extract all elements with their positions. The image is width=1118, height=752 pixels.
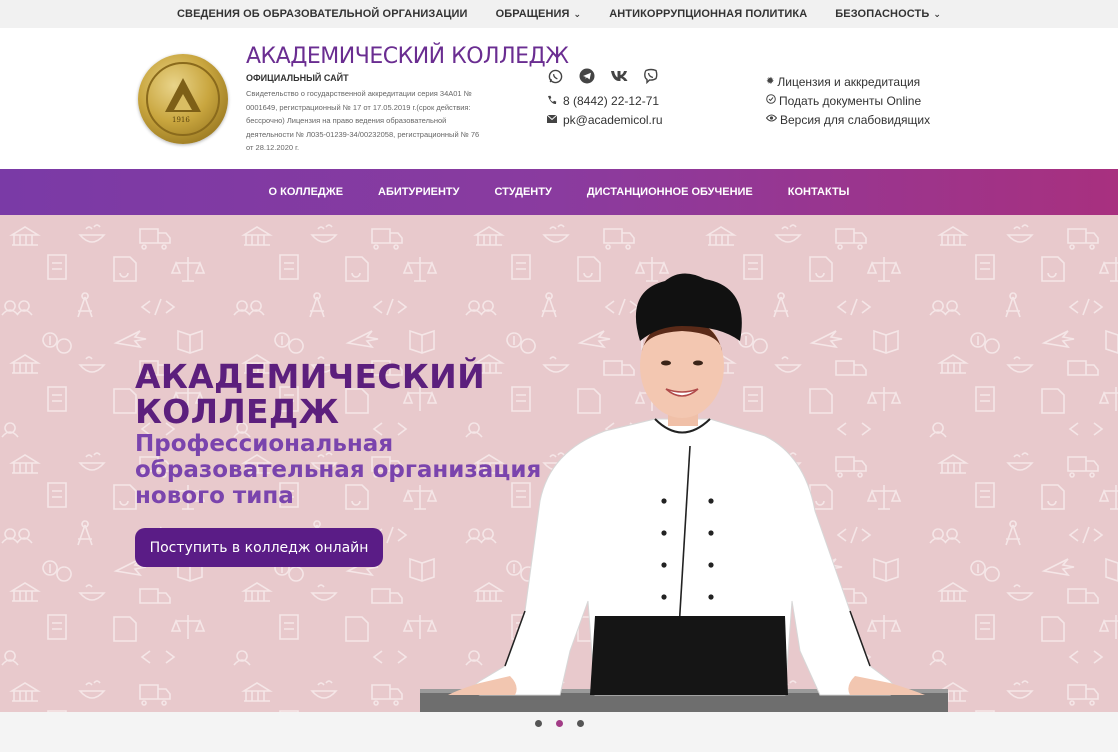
social-links (546, 67, 660, 85)
top-bar: СВЕДЕНИЯ ОБ ОБРАЗОВАТЕЛЬНОЙ ОРГАНИЗАЦИИ … (0, 0, 1118, 28)
nav-item-contacts[interactable]: КОНТАКТЫ (788, 186, 850, 198)
logo-year: 1916 (172, 116, 190, 124)
hero-banner: АКАДЕМИЧЕСКИЙ КОЛЛЕДЖ Профессиональная о… (0, 215, 1118, 712)
phone-contact[interactable]: 8 (8442) 22-12-71 (547, 94, 659, 108)
nav-item-about[interactable]: О КОЛЛЕДЖЕ (269, 186, 344, 198)
carousel-indicators (0, 712, 1118, 752)
nav-item-distance[interactable]: ДИСТАНЦИОННОЕ ОБУЧЕНИЕ (587, 186, 753, 198)
chevron-down-icon: ⌄ (933, 8, 941, 19)
phone-number: 8 (8442) 22-12-71 (563, 94, 660, 108)
license-link-label: Лицензия и аккредитация (777, 74, 921, 89)
top-link-label: ОБРАЩЕНИЯ (495, 8, 570, 20)
license-link[interactable]: ✹ Лицензия и аккредитация (766, 72, 930, 91)
site-subtitle: ОФИЦИАЛЬНЫЙ САЙТ (246, 73, 349, 83)
nav-item-applicant[interactable]: АБИТУРИЕНТУ (378, 186, 459, 198)
accreditation-text: Свидетельство о государственной аккредит… (246, 89, 480, 152)
carousel-dot[interactable] (576, 720, 584, 727)
top-link-org-info[interactable]: СВЕДЕНИЯ ОБ ОБРАЗОВАТЕЛЬНОЙ ОРГАНИЗАЦИИ (177, 8, 468, 20)
logo-triangle-inner (174, 94, 192, 110)
top-link-appeals[interactable]: ОБРАЩЕНИЯ ⌄ (496, 8, 582, 20)
nav-item-student[interactable]: СТУДЕНТУ (494, 186, 551, 198)
whatsapp-icon[interactable] (546, 67, 564, 85)
carousel-dot[interactable] (534, 720, 542, 727)
site-title[interactable]: АКАДЕМИЧЕСКИЙ КОЛЛЕДЖ (246, 44, 569, 69)
main-nav: О КОЛЛЕДЖЕ АБИТУРИЕНТУ СТУДЕНТУ ДИСТАНЦИ… (0, 169, 1118, 215)
email-address: pk@academicol.ru (563, 113, 663, 127)
eye-icon (765, 114, 778, 125)
accessibility-link-label: Версия для слабовидящих (780, 112, 931, 127)
top-link-anticorruption[interactable]: АНТИКОРРУПЦИОННАЯ ПОЛИТИКА (609, 8, 807, 20)
phone-icon (547, 95, 557, 108)
chef-student-image (420, 273, 948, 712)
header-links: ✹ Лицензия и аккредитация Подать докумен… (765, 72, 931, 129)
college-logo[interactable]: 1916 (138, 54, 228, 144)
apply-online-button[interactable]: Поступить в колледж онлайн (135, 528, 383, 567)
envelope-icon (546, 114, 558, 126)
apply-online-link-label: Подать документы Online (779, 93, 922, 108)
email-contact[interactable]: pk@academicol.ru (546, 113, 663, 127)
top-link-label: СВЕДЕНИЯ ОБ ОБРАЗОВАТЕЛЬНОЙ ОРГАНИЗАЦИИ (177, 8, 468, 20)
top-link-label: АНТИКОРРУПЦИОННАЯ ПОЛИТИКА (609, 8, 808, 20)
carousel-dot-active[interactable] (555, 720, 563, 727)
top-link-label: БЕЗОПАСНОСТЬ (835, 8, 930, 20)
chevron-down-icon: ⌄ (573, 8, 582, 19)
vk-icon[interactable] (610, 67, 628, 85)
gear-icon: ✹ (766, 76, 775, 87)
check-circle-icon (766, 94, 776, 107)
viber-icon[interactable] (642, 67, 660, 85)
accessibility-link[interactable]: Версия для слабовидящих (765, 110, 931, 129)
apply-online-link[interactable]: Подать документы Online (766, 91, 930, 110)
telegram-icon[interactable] (578, 67, 596, 85)
top-link-security[interactable]: БЕЗОПАСНОСТЬ ⌄ (835, 8, 941, 20)
